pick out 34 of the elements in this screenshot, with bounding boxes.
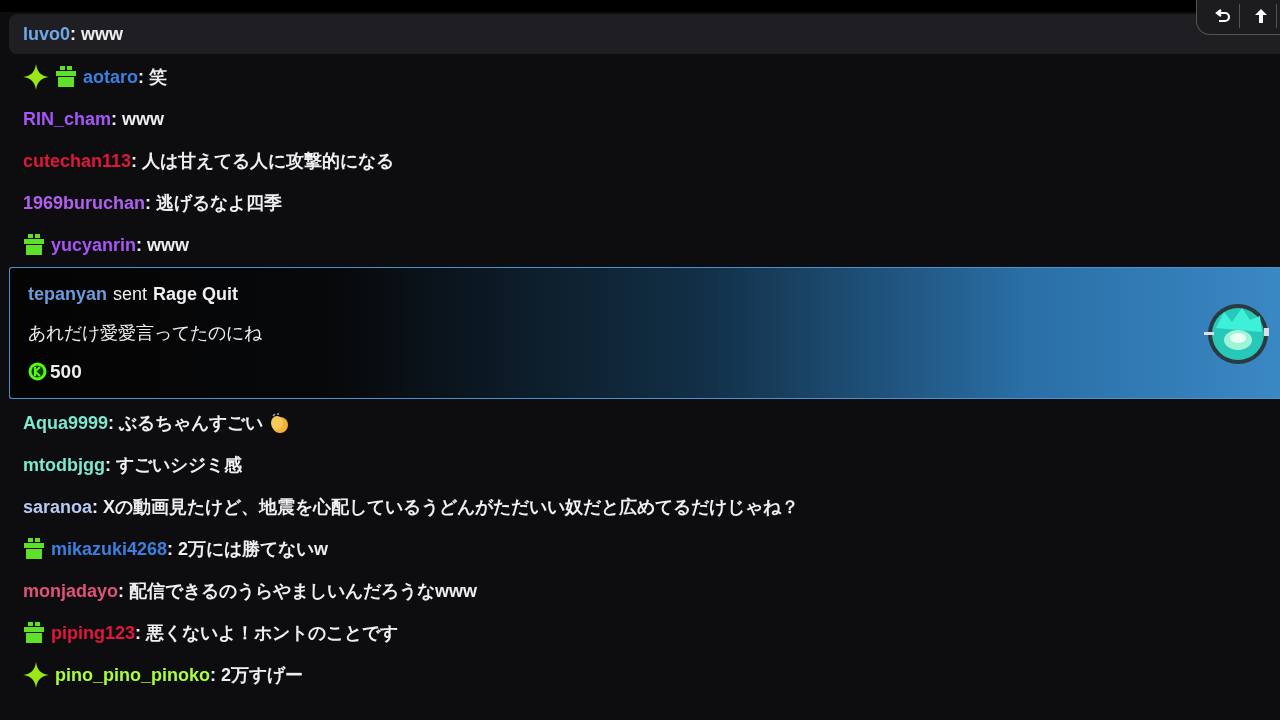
username[interactable]: mikazuki4268 bbox=[51, 538, 168, 560]
message-text: : 2万には勝てないw bbox=[167, 538, 329, 561]
message-text: : 逃げるなよ四季 bbox=[145, 192, 283, 215]
message-text: : 悪くないよ！ホントのことです bbox=[135, 622, 398, 645]
username[interactable]: RIN_cham bbox=[23, 108, 112, 130]
reply-icon bbox=[1215, 8, 1231, 24]
username[interactable]: luvo0 bbox=[23, 23, 70, 45]
message-text: : ぶるちゃんすごい bbox=[108, 412, 264, 435]
username[interactable]: Aqua9999 bbox=[23, 412, 109, 434]
message-text: : 配信できるのうらやましいんだろうなwww bbox=[118, 580, 478, 603]
username[interactable]: saranoa bbox=[23, 496, 93, 518]
message-text: : すごいシジミ感 bbox=[105, 454, 242, 477]
up-arrow-icon bbox=[1254, 8, 1268, 24]
username[interactable]: yucyanrin bbox=[51, 234, 137, 256]
message-text: : www bbox=[70, 23, 123, 45]
username[interactable]: mtodbjgg bbox=[23, 454, 105, 476]
gift-amount: 500 bbox=[50, 360, 82, 383]
username[interactable]: cutechan113 bbox=[23, 150, 132, 172]
message-text: : 2万すげー bbox=[210, 664, 303, 687]
username[interactable]: piping123 bbox=[51, 622, 135, 644]
gift-action: sent bbox=[113, 283, 148, 305]
message-text: あれだけ愛愛言ってたのにね bbox=[28, 321, 262, 345]
username[interactable]: monjadayo bbox=[23, 580, 119, 602]
message-text: : www bbox=[111, 108, 165, 130]
coin-icon bbox=[28, 362, 47, 381]
username[interactable]: tepanyan bbox=[28, 283, 108, 305]
message-text: : 人は甘えてる人に攻撃的になる bbox=[131, 150, 395, 173]
username[interactable]: pino_pino_pinoko bbox=[55, 664, 210, 686]
username[interactable]: aotaro bbox=[83, 66, 138, 88]
message-text: : Xの動画見たけど、地震を心配しているうどんがただいい奴だと広めてるだけじゃね？ bbox=[92, 496, 800, 519]
username[interactable]: 1969buruchan bbox=[23, 192, 146, 214]
gift-name: Rage Quit bbox=[153, 283, 239, 305]
message-text: : 笑 bbox=[138, 66, 167, 89]
message-text: : www bbox=[136, 234, 190, 256]
